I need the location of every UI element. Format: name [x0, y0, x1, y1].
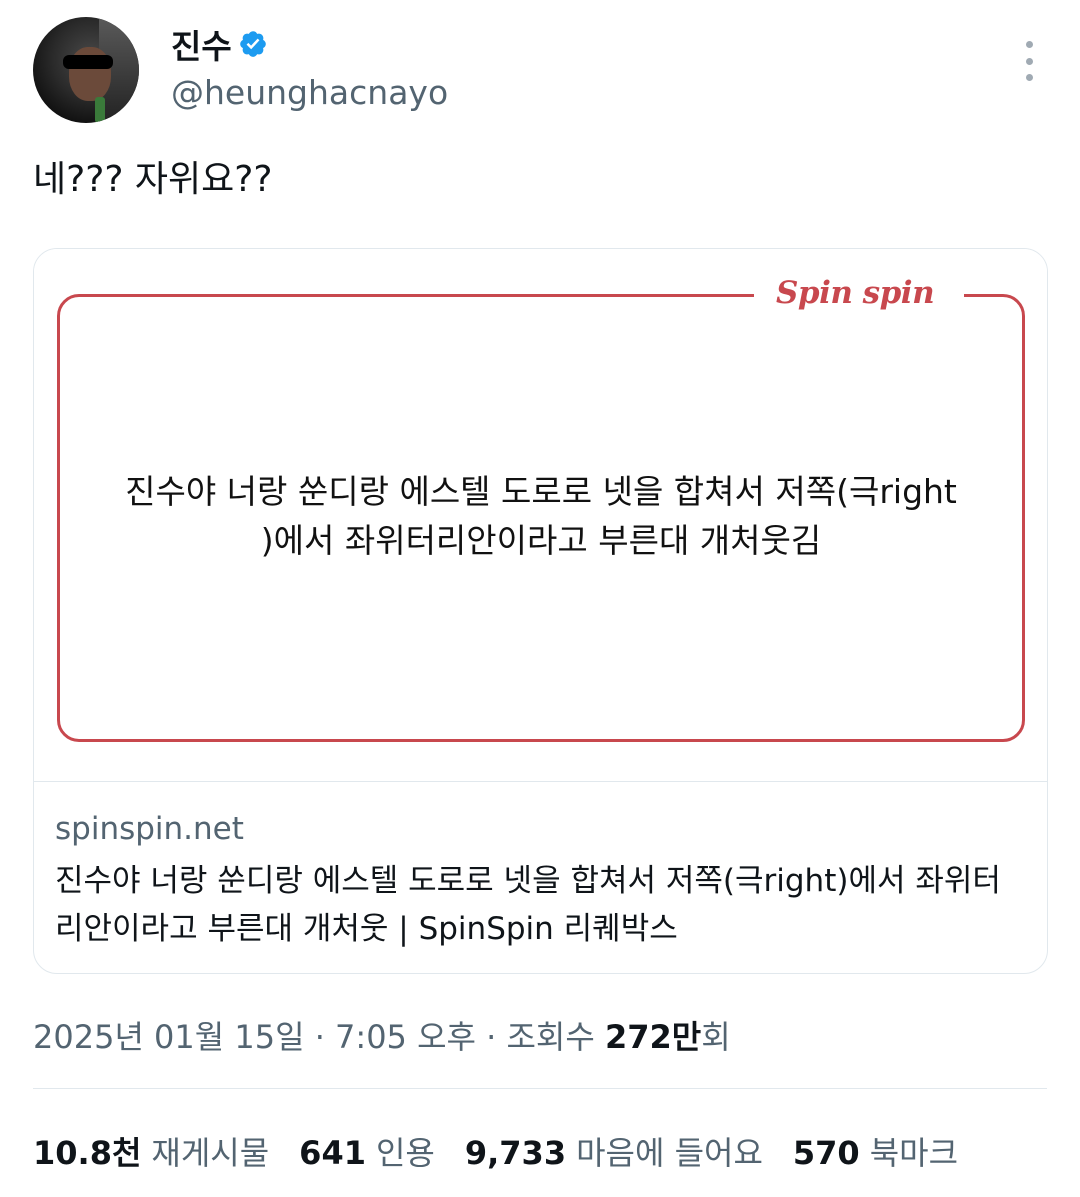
more-options-icon[interactable] — [1019, 41, 1039, 81]
card-image[interactable]: Spin spin 진수야 너랑 쑨디랑 에스텔 도로로 넷을 합쳐서 저쪽(극… — [34, 249, 1047, 781]
card-quote-line1: 진수야 너랑 쑨디랑 에스텔 도로로 넷을 합쳐서 저쪽(극right — [125, 472, 957, 511]
dot — [1025, 57, 1033, 65]
tweet-meta: 2025년 01월 15일 · 7:05 오후 · 조회수 272만회 — [33, 1012, 731, 1058]
verified-badge-icon — [239, 31, 266, 57]
stat-number: 9,733 — [464, 1134, 567, 1172]
avatar-bottle — [95, 97, 105, 123]
card-quote: 진수야 너랑 쑨디랑 에스텔 도로로 넷을 합쳐서 저쪽(극right )에서 … — [57, 467, 1025, 565]
spinspin-logo: Spin spin — [776, 275, 935, 311]
stat-label: 마음에 들어요 — [576, 1134, 763, 1172]
link-card[interactable]: Spin spin 진수야 너랑 쑨디랑 에스텔 도로로 넷을 합쳐서 저쪽(극… — [33, 248, 1048, 974]
name-row[interactable]: 진수 — [171, 20, 268, 68]
card-divider — [34, 781, 1047, 782]
stat-label: 재게시물 — [151, 1134, 270, 1172]
stat-reposts[interactable]: 10.8천 재게시물 — [33, 1128, 269, 1174]
stat-number: 641 — [299, 1134, 366, 1172]
tweet-datetime[interactable]: 2025년 01월 15일 · 7:05 오후 · 조회수 — [33, 1018, 605, 1056]
dot — [1025, 41, 1033, 48]
stat-quotes[interactable]: 641 인용 — [299, 1128, 435, 1174]
stat-label: 북마크 — [869, 1134, 959, 1172]
avatar[interactable] — [33, 17, 139, 123]
view-suffix: 회 — [701, 1018, 731, 1056]
stat-number: 570 — [792, 1134, 860, 1172]
card-title: 진수야 너랑 쑨디랑 에스텔 도로로 넷을 합쳐서 저쪽(극right)에서 좌… — [55, 863, 1001, 947]
display-name[interactable]: 진수 — [171, 20, 232, 68]
card-quote-line2: )에서 좌위터리안이라고 부른대 개처웃김 — [260, 521, 822, 560]
stat-likes[interactable]: 9,733 마음에 들어요 — [465, 1128, 763, 1174]
stat-label: 인용 — [375, 1134, 435, 1172]
divider — [33, 1088, 1047, 1089]
user-handle[interactable]: @heunghacnayo — [171, 73, 448, 112]
card-domain: spinspin.net — [55, 811, 244, 847]
engagement-stats: 10.8천 재게시물 641 인용 9,733 마음에 들어요 570 북마크 — [33, 1128, 988, 1174]
dot — [1025, 74, 1033, 81]
avatar-sunglasses — [63, 55, 113, 69]
tweet-header: 진수 @heunghacnayo — [33, 17, 1047, 123]
tweet-text: 네??? 자위요?? — [33, 159, 273, 200]
stat-bookmarks[interactable]: 570 북마크 — [793, 1128, 958, 1174]
stat-number: 10.8천 — [33, 1134, 142, 1172]
view-count: 272만 — [604, 1018, 702, 1056]
